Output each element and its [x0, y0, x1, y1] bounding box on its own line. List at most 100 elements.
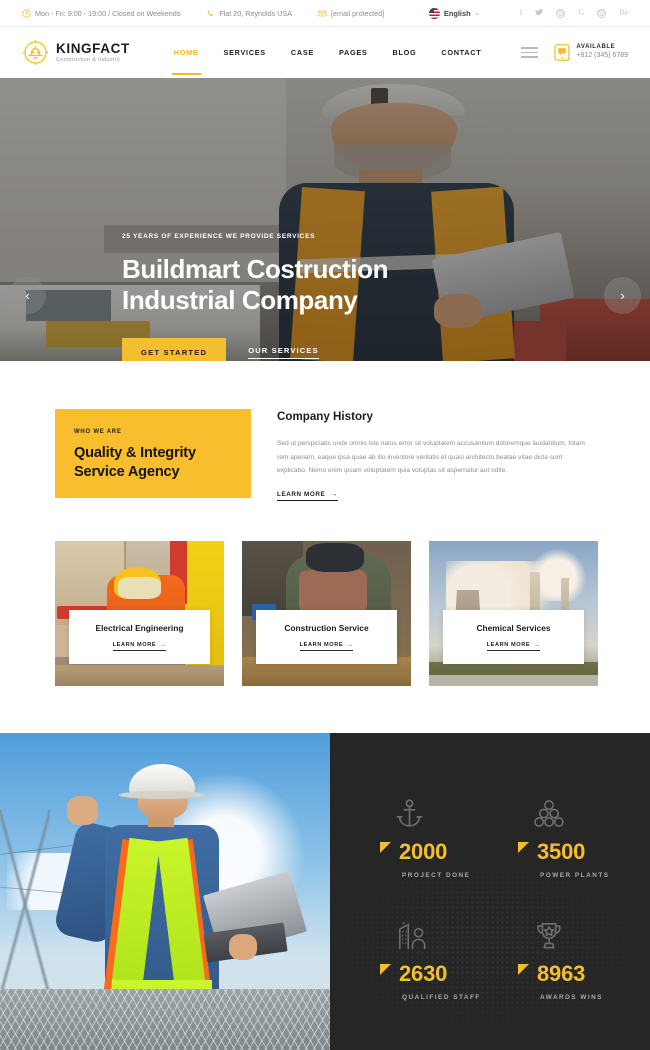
counter-section: 2000 PROJECT DONE 3500 POWER PLANTS 2630…	[0, 732, 650, 1050]
logo-text: KINGFACT Construction & Industry	[56, 42, 130, 64]
nav-item-contact[interactable]: CONTACT	[441, 44, 481, 61]
anchor-icon	[354, 793, 492, 829]
counter-power-plants: 3500 POWER PLANTS	[492, 793, 630, 879]
facebook-icon[interactable]: f	[520, 9, 523, 17]
main-navigation: HOME SERVICES CASE PAGES BLOG CONTACT	[171, 44, 482, 75]
hero-title: Buildmart Costruction Industrial Company	[122, 254, 388, 315]
learn-more-label: LEARN MORE	[299, 641, 344, 648]
counter-value-row: 2000	[354, 838, 492, 864]
hero-next-arrow[interactable]: ›	[604, 277, 641, 314]
counter-label: PROJECT DONE	[402, 871, 471, 879]
hardhat-gear-icon	[22, 39, 49, 66]
language-label: English	[443, 8, 471, 18]
header-actions: AVAILABLE +812 (345) 6789	[521, 44, 628, 61]
service-card-electrical-engineering[interactable]: Electrical Engineering LEARN MORE →	[55, 540, 224, 686]
instagram-icon[interactable]: ◎	[556, 8, 566, 18]
service-card-title: Construction Service	[284, 622, 369, 633]
nav-item-blog[interactable]: BLOG	[392, 44, 416, 61]
top-bar: Mon - Fri: 9:00 - 19:00 / Closed on Week…	[0, 0, 650, 27]
circles-pyramid-icon	[492, 793, 630, 829]
call-label: AVAILABLE	[576, 43, 616, 50]
counter-qualified-staff: 2630 QUALIFIED STAFF	[354, 915, 492, 1001]
counter-project-done: 2000 PROJECT DONE	[354, 793, 492, 879]
flag-usa-icon	[428, 7, 440, 19]
service-card-title: Chemical Services	[476, 622, 551, 633]
company-history-title: Company History	[277, 410, 373, 423]
counter-value: 3500	[537, 838, 586, 864]
chevron-down-icon: ⌄	[474, 10, 480, 17]
service-card-label: Electrical Engineering LEARN MORE →	[69, 609, 210, 664]
counter-value-row: 8963	[492, 960, 630, 986]
service-card-label: Construction Service LEARN MORE →	[256, 609, 397, 664]
nav-item-case[interactable]: CASE	[291, 44, 314, 61]
hero-tagline: 25 YEARS OF EXPERIENCE WE PROVIDE SERVIC…	[122, 233, 316, 240]
call-text: AVAILABLE +812 (345) 6789	[576, 44, 628, 61]
nav-item-home[interactable]: HOME	[171, 44, 201, 75]
company-history-block: Company History Sed ut perspiciatis unde…	[277, 409, 587, 501]
nav-item-services[interactable]: SERVICES	[224, 44, 266, 61]
nav-item-pages[interactable]: PAGES	[339, 44, 368, 61]
hamburger-menu-icon[interactable]	[521, 47, 539, 58]
company-history-paragraph: Sed ut perspiciatis unde omnis iste natu…	[277, 440, 585, 475]
who-we-are-card: WHO WE ARE Quality & Integrity Service A…	[55, 409, 251, 498]
who-we-are-kicker: WHO WE ARE	[74, 429, 122, 435]
opening-hours-text: Mon - Fri: 9:00 - 19:00 / Closed on Week…	[35, 8, 181, 18]
counter-grid: 2000 PROJECT DONE 3500 POWER PLANTS 2630…	[330, 767, 650, 1001]
email[interactable]: [email protected]	[318, 9, 384, 18]
envelope-icon	[318, 9, 327, 18]
counter-panel: 2000 PROJECT DONE 3500 POWER PLANTS 2630…	[330, 732, 650, 1050]
social-links: f ◎ G ◎ Be	[520, 8, 628, 18]
who-we-are-heading: Quality & Integrity Service Agency	[74, 444, 232, 481]
counter-value: 2630	[399, 960, 448, 986]
counter-value: 8963	[537, 960, 586, 986]
mobile-chat-icon	[554, 44, 571, 61]
site-header: KINGFACT Construction & Industry HOME SE…	[0, 27, 650, 78]
counter-value-row: 2630	[354, 960, 492, 986]
service-card-learn-more[interactable]: LEARN MORE →	[299, 641, 354, 651]
call-number: +812 (345) 6789	[576, 52, 628, 60]
counter-value: 2000	[399, 838, 448, 864]
service-card-title: Electrical Engineering	[95, 622, 184, 633]
who-we-are-heading-line2: Service Agency	[74, 463, 180, 480]
company-history-learn-more[interactable]: LEARN MORE →	[277, 491, 338, 501]
logo-name: KINGFACT	[56, 40, 130, 56]
counter-label: QUALIFIED STAFF	[402, 993, 481, 1001]
arrow-right-icon: →	[330, 490, 338, 498]
call-availability[interactable]: AVAILABLE +812 (345) 6789	[554, 44, 628, 61]
address: Flat 20, Reynolds USA	[206, 9, 292, 18]
arrow-right-icon: →	[534, 641, 541, 648]
our-services-link[interactable]: OUR SERVICES	[248, 346, 319, 360]
service-card-learn-more[interactable]: LEARN MORE →	[112, 642, 167, 651]
learn-more-label: LEARN MORE	[486, 641, 531, 648]
email-text: [email protected]	[331, 8, 385, 18]
service-card-label: Chemical Services LEARN MORE →	[443, 609, 584, 664]
triangle-marker-icon	[518, 964, 529, 976]
google-icon[interactable]: G	[578, 9, 584, 17]
triangle-marker-icon	[518, 842, 529, 854]
twitter-icon[interactable]	[535, 8, 544, 18]
counter-value-row: 3500	[492, 838, 630, 864]
service-card-construction-service[interactable]: Construction Service LEARN MORE →	[242, 540, 411, 686]
service-card-learn-more[interactable]: LEARN MORE →	[486, 641, 541, 651]
counter-label: AWARDS WINS	[540, 993, 604, 1001]
pinterest-icon[interactable]: ◎	[597, 8, 607, 18]
site-logo[interactable]: KINGFACT Construction & Industry	[22, 39, 130, 66]
opening-hours: Mon - Fri: 9:00 - 19:00 / Closed on Week…	[22, 9, 180, 18]
service-card-chemical-services[interactable]: Chemical Services LEARN MORE →	[429, 540, 598, 686]
counter-label: POWER PLANTS	[540, 871, 610, 879]
who-we-are-heading-line1: Quality & Integrity	[74, 445, 196, 461]
counter-photo	[0, 732, 330, 1050]
building-person-icon	[354, 915, 492, 951]
triangle-marker-icon	[380, 964, 391, 976]
learn-more-label: LEARN MORE	[277, 490, 326, 498]
clock-icon	[22, 8, 31, 18]
behance-icon[interactable]: Be	[619, 9, 628, 17]
get-started-button[interactable]: GET STARTED	[122, 338, 227, 361]
service-cards: Electrical Engineering LEARN MORE → Cons…	[0, 501, 650, 686]
language-selector[interactable]: English ⌄	[428, 7, 480, 19]
hero-slider: 25 YEARS OF EXPERIENCE WE PROVIDE SERVIC…	[0, 78, 650, 361]
hero-prev-arrow[interactable]: ‹	[9, 277, 46, 314]
phone-icon	[206, 9, 215, 18]
logo-tagline: Construction & Industry	[56, 56, 120, 63]
hero-title-line1: Buildmart Costruction	[122, 254, 389, 284]
